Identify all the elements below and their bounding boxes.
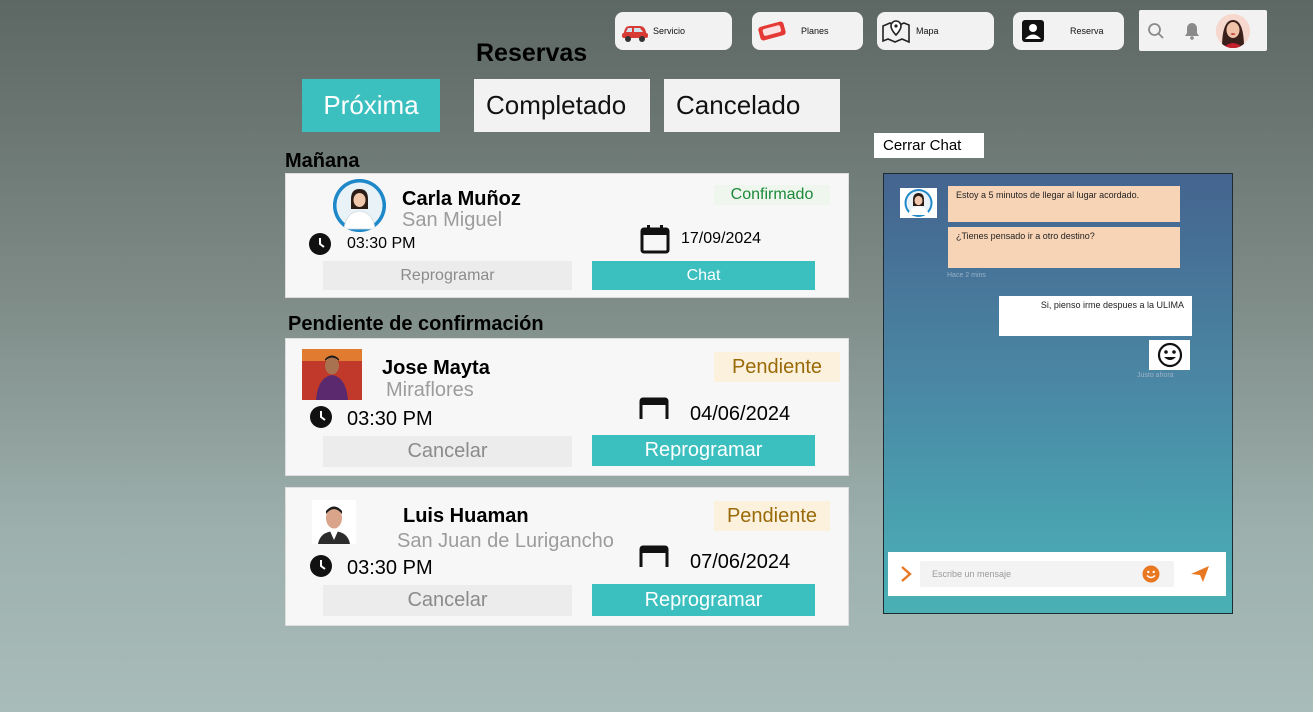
- booking-time: 03:30 PM: [347, 408, 433, 430]
- bell-icon[interactable]: [1183, 22, 1201, 40]
- nav-servicio-label: Servicio: [653, 26, 686, 36]
- nav-reserva-button[interactable]: Reserva: [1013, 12, 1124, 50]
- tab-proxima[interactable]: Próxima: [302, 79, 440, 132]
- reschedule-button[interactable]: Reprogramar: [323, 261, 572, 290]
- car-icon: [619, 20, 651, 42]
- message-timestamp: Justo ahora: [1137, 372, 1174, 379]
- cancel-button[interactable]: Cancelar: [323, 585, 572, 616]
- smiley-sticker-icon: [1149, 340, 1190, 370]
- cancel-button[interactable]: Cancelar: [323, 436, 572, 467]
- booking-card: Luis Huaman San Juan de Lurigancho Pendi…: [285, 487, 849, 626]
- chat-message-received: ¿Tienes pensado ir a otro destino?: [948, 227, 1180, 268]
- close-chat-button[interactable]: Cerrar Chat: [874, 133, 984, 158]
- calendar-icon: [640, 225, 670, 254]
- send-icon[interactable]: [1190, 565, 1210, 588]
- status-badge: Confirmado: [714, 185, 830, 205]
- chevron-right-icon[interactable]: [900, 565, 912, 588]
- status-badge: Pendiente: [714, 501, 830, 531]
- user-toolbar: [1139, 10, 1267, 51]
- message-input[interactable]: Escribe un mensaje: [920, 561, 1174, 587]
- nav-servicio-button[interactable]: Servicio: [615, 12, 732, 50]
- clock-icon: [310, 555, 332, 577]
- booking-card: Jose Mayta Miraflores Pendiente 03:30 PM…: [285, 338, 849, 476]
- emoji-icon[interactable]: [1142, 565, 1160, 588]
- avatar: [312, 500, 356, 544]
- booking-date: 07/06/2024: [690, 551, 791, 573]
- avatar: [333, 179, 386, 232]
- upgrade-ticket-icon: [755, 19, 789, 43]
- nav-planes-button[interactable]: Planes: [752, 12, 863, 50]
- booking-location: San Miguel: [402, 209, 503, 231]
- reschedule-button[interactable]: Reprogramar: [592, 584, 815, 616]
- map-pin-icon: [880, 18, 912, 44]
- chat-input-bar: Escribe un mensaje: [888, 552, 1226, 596]
- chat-message-received: Estoy a 5 minutos de llegar al lugar aco…: [948, 186, 1180, 222]
- user-avatar[interactable]: [1216, 13, 1250, 48]
- booking-time: 03:30 PM: [347, 557, 433, 579]
- chat-button[interactable]: Chat: [592, 261, 815, 290]
- booking-date: 04/06/2024: [690, 403, 791, 425]
- calendar-icon: [639, 397, 669, 419]
- booking-date: 17/09/2024: [681, 230, 762, 247]
- booking-name: Luis Huaman: [403, 505, 529, 527]
- section-title-tomorrow: Mañana: [285, 150, 360, 172]
- booking-location: San Juan de Lurigancho: [397, 530, 614, 552]
- avatar: [302, 349, 362, 400]
- page-title: Reservas: [476, 39, 588, 67]
- message-timestamp: Hace 2 mins: [947, 272, 986, 279]
- section-title-pending: Pendiente de confirmación: [288, 313, 544, 335]
- clock-icon: [310, 406, 332, 428]
- booking-name: Carla Muñoz: [402, 188, 521, 210]
- status-badge: Pendiente: [714, 352, 840, 382]
- booking-card: Carla Muñoz San Miguel Confirmado 03:30 …: [285, 173, 849, 298]
- booking-location: Miraflores: [386, 379, 474, 401]
- booking-time: 03:30 PM: [347, 235, 416, 252]
- nav-mapa-button[interactable]: Mapa: [877, 12, 994, 50]
- tab-cancelado[interactable]: Cancelado: [664, 79, 840, 132]
- nav-mapa-label: Mapa: [916, 26, 939, 36]
- booking-name: Jose Mayta: [382, 357, 490, 379]
- calendar-icon: [639, 545, 669, 567]
- nav-planes-label: Planes: [801, 26, 829, 36]
- chat-panel: Estoy a 5 minutos de llegar al lugar aco…: [883, 173, 1233, 614]
- tab-completado[interactable]: Completado: [474, 79, 650, 132]
- clock-icon: [309, 233, 331, 255]
- profile-card-icon: [1020, 19, 1046, 43]
- nav-reserva-label: Reserva: [1070, 26, 1104, 36]
- search-icon[interactable]: [1147, 22, 1165, 40]
- reschedule-button[interactable]: Reprogramar: [592, 435, 815, 466]
- chat-message-sent: Si, pienso irme despues a la ULIMA: [999, 296, 1192, 336]
- avatar: [900, 188, 937, 218]
